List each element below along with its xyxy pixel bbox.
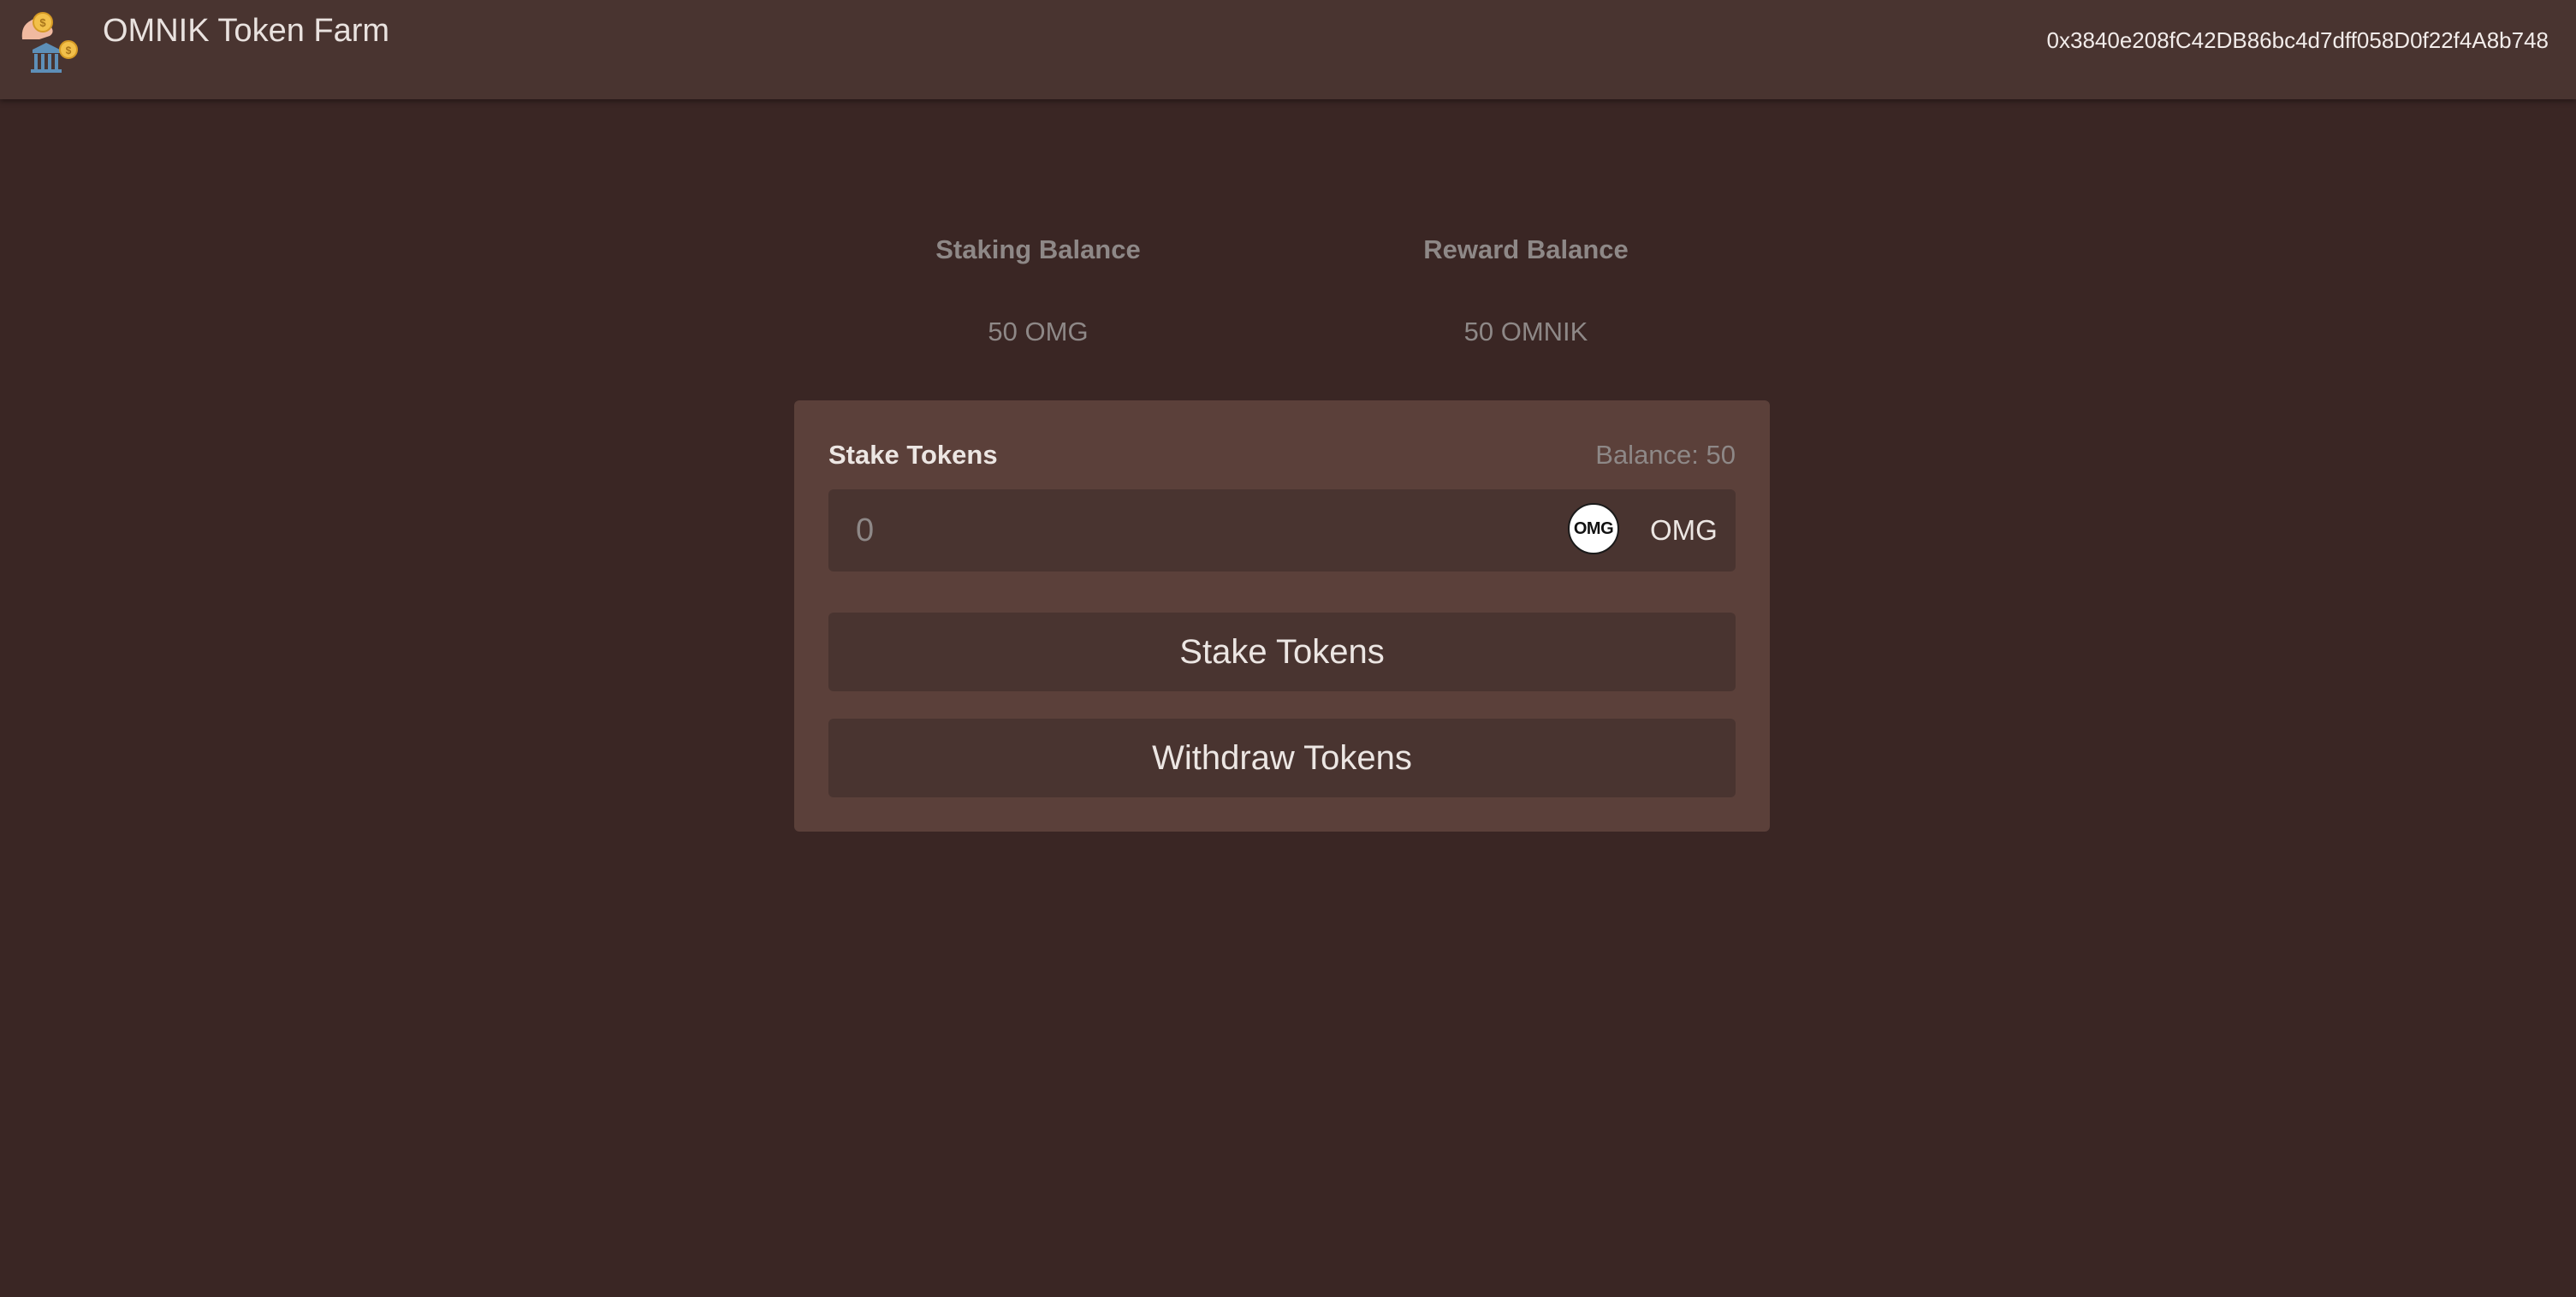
- svg-text:$: $: [39, 16, 46, 29]
- svg-text:$: $: [66, 44, 72, 56]
- app-title[interactable]: OMNIK Token Farm: [103, 12, 389, 50]
- account-address: 0x3840e208fC42DB86bc4d7dff058D0f22f4A8b7…: [2046, 27, 2549, 53]
- token-symbol: OMG: [1650, 514, 1718, 546]
- staking-balance-value: 50 OMG: [988, 317, 1089, 346]
- staking-balance-label: Staking Balance: [935, 234, 1141, 264]
- navbar: $ $ OMNIK Token Farm 0x3840e208fC42DB86b…: [0, 0, 2576, 99]
- withdraw-tokens-button[interactable]: Withdraw Tokens: [828, 719, 1736, 797]
- stake-amount-input[interactable]: [828, 489, 1530, 572]
- token-farm-logo-icon[interactable]: $ $: [17, 5, 84, 75]
- stake-card: Stake Tokens Balance: 50 OMG OMG Stake T…: [794, 400, 1770, 832]
- reward-balance-value: 50 OMNIK: [1463, 317, 1588, 346]
- stake-tokens-button[interactable]: Stake Tokens: [828, 613, 1736, 691]
- omg-token-icon: OMG: [1568, 503, 1619, 554]
- wallet-balance: Balance: 50: [1595, 440, 1736, 470]
- stake-amount-group: OMG OMG: [828, 489, 1736, 572]
- stake-tokens-heading: Stake Tokens: [828, 440, 998, 470]
- reward-balance-label: Reward Balance: [1423, 234, 1629, 264]
